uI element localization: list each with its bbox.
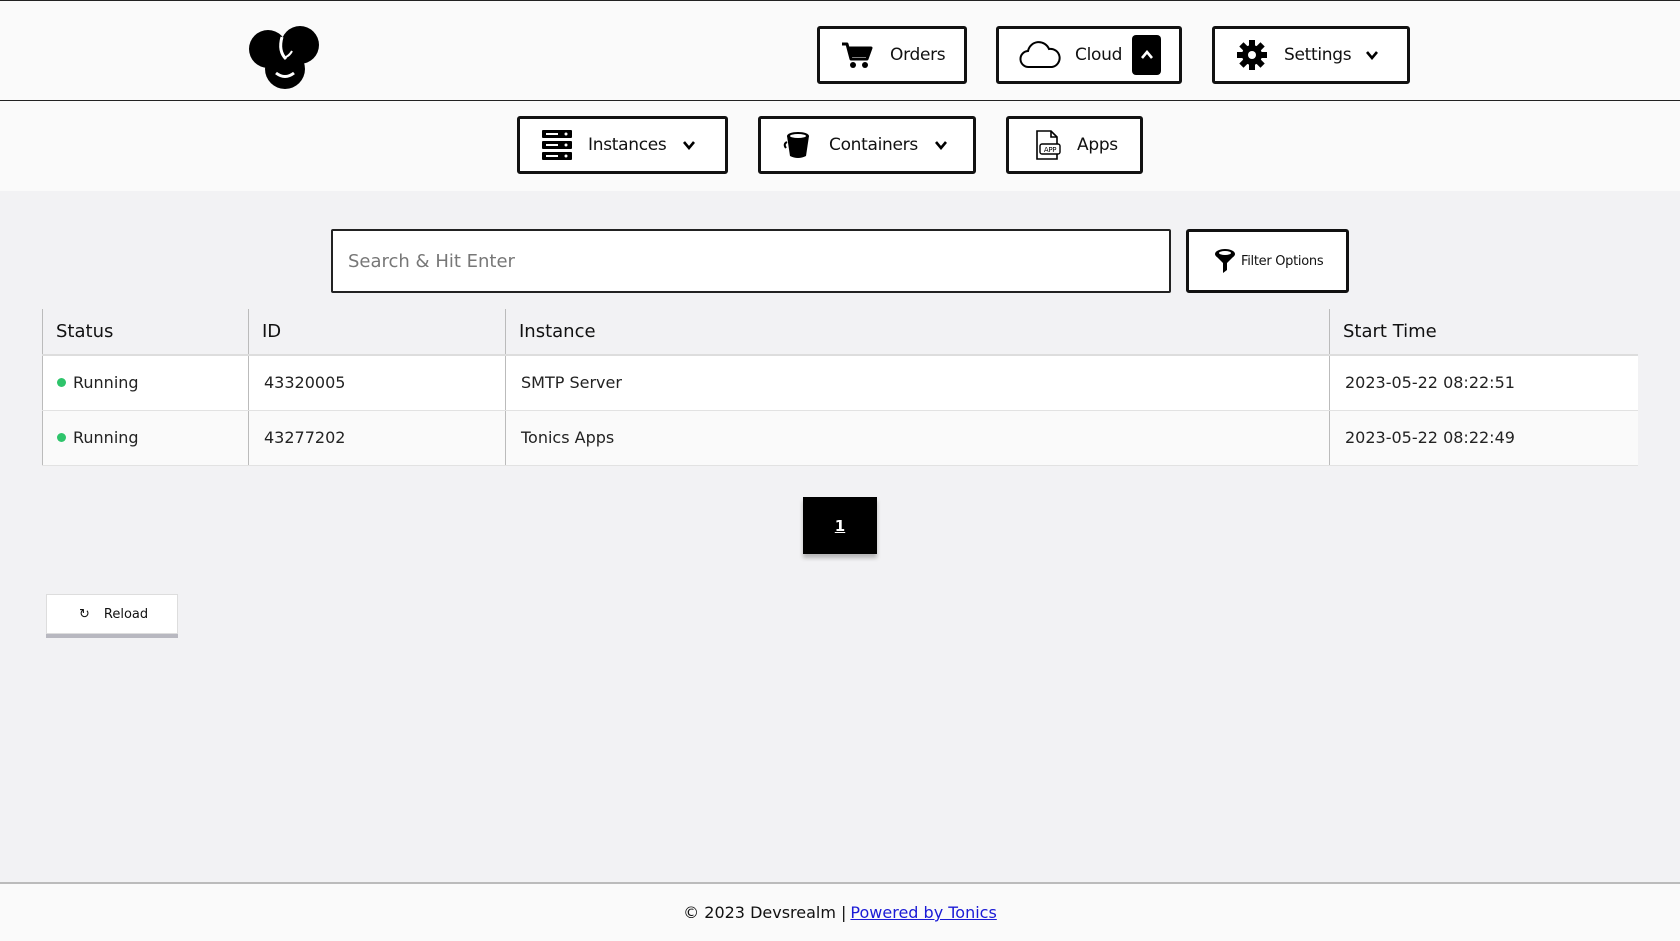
status-text: Running: [73, 428, 139, 447]
table-row[interactable]: Running 43277202 Tonics Apps 2023-05-22 …: [42, 410, 1638, 466]
logo-icon[interactable]: [248, 17, 320, 89]
instances-table: Status ID Instance Start Time Running 43…: [42, 309, 1638, 466]
footer-copyright: © 2023 Devsrealm |: [683, 903, 847, 922]
filter-icon: [1213, 248, 1237, 274]
status-cell: Running: [42, 355, 249, 411]
column-header-start-time[interactable]: Start Time: [1329, 309, 1638, 356]
instances-button[interactable]: Instances: [517, 116, 728, 174]
chevron-down-icon: [934, 140, 948, 150]
filter-options-label: Filter Options: [1241, 253, 1324, 269]
status-dot-icon: [57, 378, 66, 388]
reload-label: Reload: [103, 606, 149, 622]
powered-by-link[interactable]: Powered by Tonics: [850, 903, 996, 922]
status-dot-icon: [57, 433, 66, 442]
gear-icon: [1236, 39, 1268, 71]
reload-button[interactable]: ↻ Reload: [46, 594, 178, 634]
footer: © 2023 Devsrealm | Powered by Tonics: [0, 882, 1680, 941]
id-cell: 43277202: [248, 410, 506, 466]
chevron-up-icon[interactable]: [1132, 35, 1162, 75]
settings-label: Settings: [1284, 45, 1352, 65]
table-row[interactable]: Running 43320005 SMTP Server 2023-05-22 …: [42, 355, 1638, 411]
instance-cell: Tonics Apps: [505, 410, 1330, 466]
settings-button[interactable]: Settings: [1212, 26, 1410, 84]
column-header-status[interactable]: Status: [42, 309, 249, 356]
instances-label: Instances: [588, 135, 667, 155]
search-input[interactable]: [331, 229, 1171, 293]
containers-button[interactable]: Containers: [758, 116, 976, 174]
containers-label: Containers: [829, 135, 918, 155]
refresh-icon: ↻: [79, 606, 90, 622]
filter-options-button[interactable]: Filter Options: [1186, 229, 1349, 293]
table-header-row: Status ID Instance Start Time: [42, 309, 1638, 356]
column-header-id[interactable]: ID: [248, 309, 506, 356]
start-time-cell: 2023-05-22 08:22:49: [1329, 410, 1638, 466]
bucket-icon: [783, 130, 813, 160]
orders-button[interactable]: Orders: [817, 26, 967, 84]
orders-label: Orders: [890, 45, 946, 65]
id-cell: 43320005: [248, 355, 506, 411]
status-cell: Running: [42, 410, 249, 466]
instance-cell: SMTP Server: [505, 355, 1330, 411]
cloud-label: Cloud: [1075, 45, 1123, 65]
svg-text:APP: APP: [1044, 146, 1056, 154]
server-icon: [541, 129, 573, 161]
cloud-icon: [1019, 41, 1061, 69]
apps-label: Apps: [1077, 135, 1118, 155]
column-header-instance[interactable]: Instance: [505, 309, 1330, 356]
cart-icon: [841, 41, 873, 69]
apps-button[interactable]: APP Apps: [1006, 116, 1143, 174]
app-file-icon: APP: [1031, 129, 1063, 161]
pagination-page-button[interactable]: 1: [803, 497, 877, 554]
status-text: Running: [73, 373, 139, 393]
chevron-down-icon: [682, 140, 696, 150]
cloud-button[interactable]: Cloud: [996, 26, 1182, 84]
chevron-down-icon: [1365, 50, 1379, 60]
start-time-cell: 2023-05-22 08:22:51: [1329, 355, 1638, 411]
